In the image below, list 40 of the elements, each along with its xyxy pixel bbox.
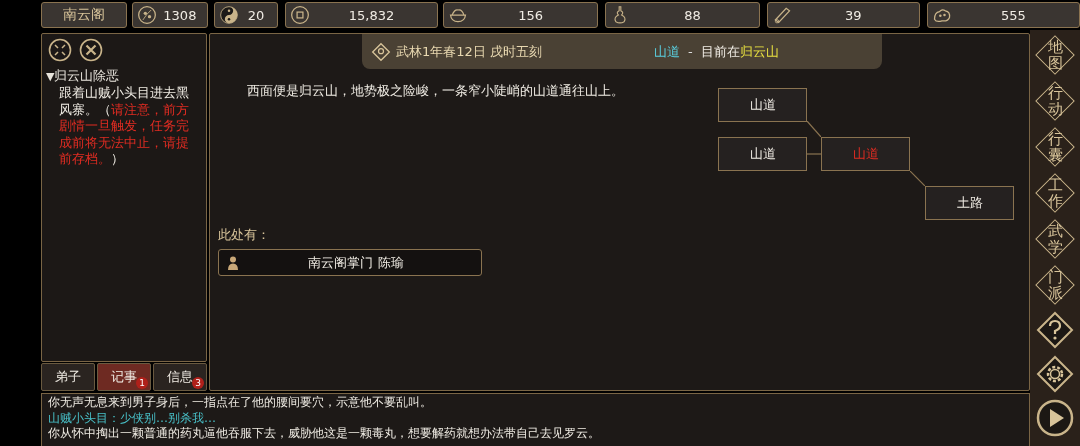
play-icon[interactable] bbox=[1035, 398, 1075, 438]
resource-value: 20 bbox=[246, 7, 266, 23]
map-node[interactable]: 山道 bbox=[718, 88, 807, 122]
log-line: 你从怀中掏出一颗普通的药丸逼他吞服下去，威胁他这是一颗毒丸，想要解药就想办法带自己去见罗云。 bbox=[48, 426, 601, 442]
scene-description: 西面便是归云山，地势极之险峻，一条窄小陡峭的山道通往山上。 bbox=[247, 82, 624, 100]
help-icon[interactable] bbox=[1035, 310, 1075, 350]
resource-value: 555 bbox=[999, 7, 1027, 23]
log-line: 山贼小头目：少侠别…别杀我… bbox=[48, 410, 217, 426]
count-badge: 1 bbox=[136, 377, 148, 389]
blossom-icon bbox=[136, 5, 157, 25]
settings-icon[interactable] bbox=[1035, 354, 1075, 394]
current-region: 目前在归云山 bbox=[700, 42, 779, 61]
map-node[interactable]: 山道 bbox=[718, 137, 807, 171]
resource-value: 88 bbox=[683, 7, 702, 23]
path-connector bbox=[807, 153, 821, 155]
map-icon bbox=[371, 41, 391, 62]
present-label: 此处有： bbox=[218, 226, 271, 244]
location-name: 山道 bbox=[654, 42, 680, 61]
quest-description: 跟着山贼小头目进去黑风寨。（请注意，前方剧情一旦触发，任务完成前将无法中止，请提前存档。） bbox=[58, 85, 190, 168]
resource-value: 39 bbox=[843, 7, 863, 23]
separator: - bbox=[688, 44, 693, 59]
path-connector bbox=[910, 171, 925, 186]
quest-title[interactable]: ▼归云山除恶 bbox=[46, 67, 204, 85]
close-icon[interactable] bbox=[79, 38, 103, 62]
fullscreen-icon[interactable] bbox=[48, 38, 72, 62]
resource-value: 156 bbox=[517, 7, 545, 23]
coin-icon bbox=[289, 5, 310, 25]
tab[interactable]: 弟子 bbox=[41, 363, 95, 391]
path-connector bbox=[807, 121, 821, 137]
map-node[interactable]: 土路 bbox=[925, 186, 1014, 220]
npc-button[interactable]: 南云阁掌门 陈瑜 bbox=[218, 249, 482, 276]
resource-value: 1308 bbox=[162, 7, 198, 23]
log-line: 你无声无息来到男子身后，一指点在了他的腰间要穴，示意他不要乱叫。 bbox=[48, 395, 433, 411]
map-node[interactable]: 山道 bbox=[821, 137, 910, 171]
count-badge: 3 bbox=[192, 377, 204, 389]
resource-value: 15,832 bbox=[347, 7, 396, 23]
sect-name: 南云阁 bbox=[41, 2, 127, 28]
person-icon bbox=[227, 255, 239, 270]
yin-yang-icon bbox=[219, 5, 240, 25]
game-date: 武林1年春12日 戌时五刻 bbox=[396, 42, 543, 61]
